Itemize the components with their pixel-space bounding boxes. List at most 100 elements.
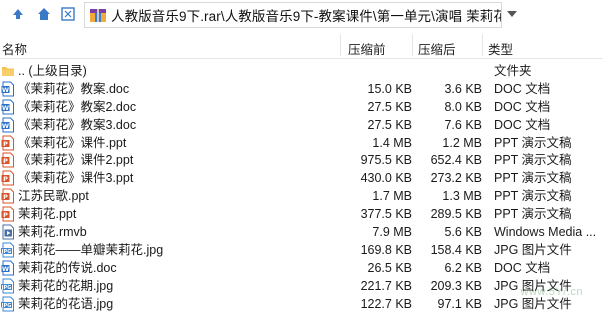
file-name: 《茉莉花》课件3.ppt (18, 171, 134, 186)
file-row[interactable]: W 《茉莉花》教案.doc 15.0 KB 3.6 KB DOC 文档 (0, 80, 603, 98)
file-name: 《茉莉花》课件.ppt (18, 135, 127, 150)
path-text: 人教版音乐9下.rar\人教版音乐9下-教案课件\第一单元\演唱 茉莉花 - 解 (111, 9, 502, 24)
svg-text:P: P (3, 175, 8, 183)
file-size: 7.6 KB (444, 117, 482, 132)
file-type: DOC 文档 (494, 260, 551, 275)
column-type[interactable]: 类型 (488, 39, 513, 58)
svg-text:P: P (3, 157, 8, 165)
file-name: 江苏民歌.ppt (18, 189, 89, 204)
file-name: 茉莉花的传说.doc (18, 260, 117, 275)
ppt-icon: P (1, 152, 15, 168)
file-packed-size: 122.7 KB (360, 296, 412, 311)
svg-text:W: W (2, 86, 9, 94)
file-type: 文件夹 (494, 64, 532, 78)
file-row[interactable]: P 茉莉花.ppt 377.5 KB 289.5 KB PPT 演示文稿 (0, 205, 603, 223)
file-packed-size: 430.0 KB (360, 171, 412, 186)
column-packed[interactable]: 压缩前 (348, 39, 386, 58)
file-name: 茉莉花.rmvb (18, 225, 87, 240)
file-size: 5.6 KB (444, 225, 482, 240)
ppt-icon: P (1, 170, 15, 186)
file-packed-size: 15.0 KB (367, 81, 412, 96)
archive-icon (90, 9, 106, 22)
file-row[interactable]: JPG 茉莉花的花期.jpg 221.7 KB 209.3 KB JPG 图片文件 (0, 277, 603, 295)
file-name: 《茉莉花》教案2.doc (18, 99, 137, 114)
file-type: PPT 演示文稿 (494, 171, 572, 186)
file-type: Windows Media ... (494, 225, 597, 240)
path-bar[interactable]: 人教版音乐9下.rar\人教版音乐9下-教案课件\第一单元\演唱 茉莉花 - 解 (84, 2, 502, 28)
file-size: 158.4 KB (430, 242, 482, 257)
file-size: 8.0 KB (444, 99, 482, 114)
jpg-icon: JPG (1, 296, 15, 312)
toolbar: 人教版音乐9下.rar\人教版音乐9下-教案课件\第一单元\演唱 茉莉花 - 解 (0, 0, 603, 30)
file-size: 273.2 KB (430, 171, 482, 186)
column-divider[interactable] (412, 34, 413, 56)
jpg-icon: JPG (1, 242, 15, 258)
file-row[interactable]: P 《茉莉花》课件.ppt 1.4 MB 1.2 MB PPT 演示文稿 (0, 134, 603, 152)
file-type: JPG 图片文件 (494, 278, 572, 293)
file-type: PPT 演示文稿 (494, 189, 572, 204)
file-type: DOC 文档 (494, 99, 551, 114)
file-size: 6.2 KB (444, 260, 482, 275)
svg-text:JPG: JPG (1, 284, 11, 290)
file-row[interactable]: JPG 茉莉花——单瓣茉莉花.jpg 169.8 KB 158.4 KB JPG 图片文… (0, 241, 603, 259)
file-type: JPG 图片文件 (494, 242, 572, 257)
file-row[interactable]: P 《茉莉花》课件2.ppt 975.5 KB 652.4 KB PPT 演示文稿 (0, 151, 603, 169)
file-packed-size: 27.5 KB (367, 117, 412, 132)
file-packed-size: 26.5 KB (367, 260, 412, 275)
svg-text:P: P (3, 139, 8, 147)
column-header: 名称 压缩前 压缩后 类型 (0, 34, 603, 59)
file-type: PPT 演示文稿 (494, 135, 572, 150)
folder-icon (1, 63, 15, 79)
svg-text:JPG: JPG (1, 249, 11, 255)
file-name: 茉莉花——单瓣茉莉花.jpg (18, 242, 164, 257)
column-size[interactable]: 压缩后 (418, 39, 456, 58)
file-row[interactable]: P 江苏民歌.ppt 1.7 MB 1.3 MB PPT 演示文稿 (0, 187, 603, 205)
path-dropdown-icon[interactable] (503, 4, 521, 24)
svg-text:P: P (3, 193, 8, 201)
doc-icon: W (1, 260, 15, 276)
svg-text:W: W (2, 265, 9, 273)
file-type: PPT 演示文稿 (494, 207, 572, 222)
file-size: 1.2 MB (442, 135, 482, 150)
column-divider[interactable] (340, 34, 341, 56)
doc-icon: W (1, 99, 15, 115)
column-name[interactable]: 名称 (2, 39, 27, 58)
file-row[interactable]: W 《茉莉花》教案3.doc 27.5 KB 7.6 KB DOC 文档 (0, 116, 603, 134)
svg-text:P: P (3, 211, 8, 219)
video-icon (1, 224, 15, 240)
file-row[interactable]: P 《茉莉花》课件3.ppt 430.0 KB 273.2 KB PPT 演示文稿 (0, 169, 603, 187)
file-row[interactable]: W 《茉莉花》教案2.doc 27.5 KB 8.0 KB DOC 文档 (0, 98, 603, 116)
file-name: 《茉莉花》教案3.doc (18, 117, 137, 132)
file-packed-size: 975.5 KB (360, 153, 412, 168)
file-name: 茉莉花的花语.jpg (18, 296, 114, 311)
file-row[interactable]: .. (上级目录) 文件夹 (0, 62, 603, 80)
file-packed-size: 27.5 KB (367, 99, 412, 114)
file-type: DOC 文档 (494, 117, 551, 132)
grid-view-icon[interactable] (58, 4, 78, 24)
up-arrow-icon[interactable] (8, 4, 28, 24)
file-row[interactable]: W 茉莉花的传说.doc 26.5 KB 6.2 KB DOC 文档 (0, 259, 603, 277)
column-divider[interactable] (482, 34, 483, 56)
file-row[interactable]: 茉莉花.rmvb 7.9 MB 5.6 KB Windows Media ... (0, 223, 603, 241)
file-name: 《茉莉花》教案.doc (18, 81, 130, 96)
file-name: 茉莉花的花期.jpg (18, 278, 114, 293)
file-type: JPG 图片文件 (494, 296, 572, 311)
file-size: 289.5 KB (430, 207, 482, 222)
file-packed-size: 221.7 KB (360, 278, 412, 293)
file-list: .. (上级目录) 文件夹 W 《茉莉花》教案.doc 15.0 KB 3.6 KB DOC… (0, 62, 603, 312)
file-name: .. (上级目录) (18, 64, 87, 78)
file-packed-size: 377.5 KB (360, 207, 412, 222)
file-size: 3.6 KB (444, 81, 482, 96)
svg-text:JPG: JPG (1, 302, 11, 308)
file-size: 209.3 KB (430, 278, 482, 293)
jpg-icon: JPG (1, 278, 15, 294)
file-row[interactable]: JPG 茉莉花的花语.jpg 122.7 KB 97.1 KB JPG 图片文件 (0, 295, 603, 313)
file-packed-size: 169.8 KB (360, 242, 412, 257)
file-size: 97.1 KB (437, 296, 482, 311)
ppt-icon: P (1, 135, 15, 151)
file-packed-size: 1.4 MB (372, 135, 412, 150)
file-size: 652.4 KB (430, 153, 482, 168)
svg-text:W: W (2, 104, 9, 112)
home-icon[interactable] (34, 4, 54, 24)
ppt-icon: P (1, 206, 15, 222)
